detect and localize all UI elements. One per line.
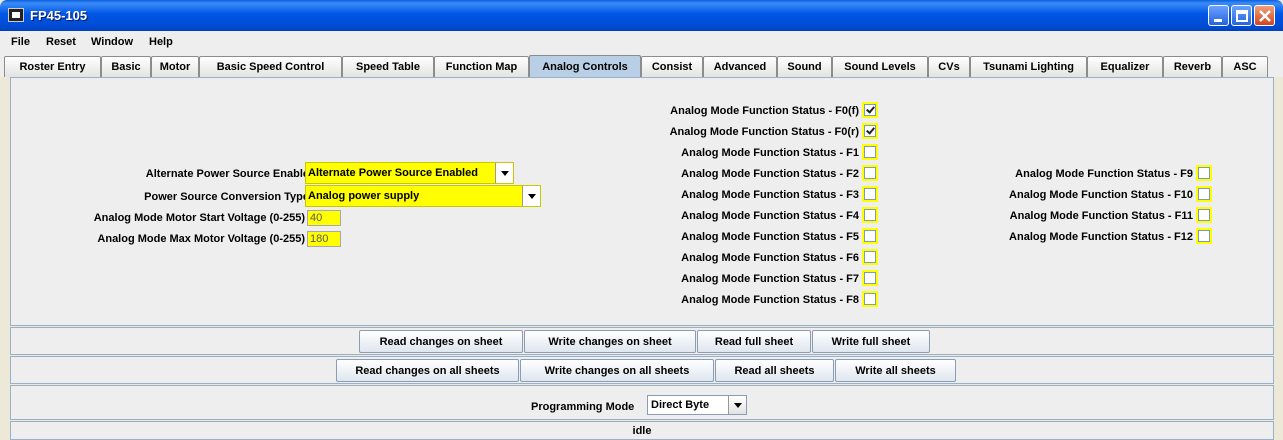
conversion-value: Analog power supply: [308, 190, 420, 202]
max-voltage-label: Analog Mode Max Motor Voltage (0-255): [97, 233, 305, 245]
maximize-button[interactable]: [1231, 5, 1252, 26]
menu-help[interactable]: Help: [149, 36, 173, 48]
tab-sound-levels[interactable]: Sound Levels: [832, 56, 928, 77]
start-voltage-label: Analog Mode Motor Start Voltage (0-255): [93, 212, 305, 224]
tab-motor[interactable]: Motor: [151, 56, 199, 77]
f7-checkbox[interactable]: [862, 270, 878, 286]
f11-checkbox[interactable]: [1196, 207, 1212, 223]
tab-basic-speed-control[interactable]: Basic Speed Control: [199, 56, 342, 77]
f10-label: Analog Mode Function Status - F10: [1009, 189, 1193, 201]
tab-strip: Roster Entry Basic Motor Basic Speed Con…: [0, 53, 1283, 78]
f3-checkbox[interactable]: [862, 186, 878, 202]
conversion-label: Power Source Conversion Type: [144, 191, 309, 203]
f4-checkbox[interactable]: [862, 207, 878, 223]
tab-reverb[interactable]: Reverb: [1163, 56, 1222, 77]
f11-label: Analog Mode Function Status - F11: [1009, 210, 1193, 222]
write-full-sheet-button[interactable]: Write full sheet: [812, 330, 930, 353]
conversion-select[interactable]: Analog power supply: [305, 185, 541, 207]
f10-checkbox[interactable]: [1196, 186, 1212, 202]
chevron-down-icon[interactable]: [522, 186, 540, 206]
tab-speed-table[interactable]: Speed Table: [342, 56, 434, 77]
f0f-label: Analog Mode Function Status - F0(f): [670, 105, 859, 117]
chevron-down-icon[interactable]: [495, 163, 513, 183]
tab-roster-entry[interactable]: Roster Entry: [4, 56, 101, 77]
programming-mode-row: Programming Mode Direct Byte: [10, 385, 1274, 420]
tab-advanced[interactable]: Advanced: [703, 56, 777, 77]
window-title: FP45-105: [30, 8, 88, 23]
tab-analog-controls[interactable]: Analog Controls: [529, 55, 641, 78]
write-changes-sheet-button[interactable]: Write changes on sheet: [524, 330, 696, 353]
f2-label: Analog Mode Function Status - F2: [681, 168, 859, 180]
f7-label: Analog Mode Function Status - F7: [681, 273, 859, 285]
f4-label: Analog Mode Function Status - F4: [681, 210, 859, 222]
tab-equalizer[interactable]: Equalizer: [1087, 56, 1163, 77]
alt-power-select[interactable]: Alternate Power Source Enabled: [305, 162, 514, 184]
chevron-down-icon[interactable]: [728, 396, 746, 414]
read-changes-sheet-button[interactable]: Read changes on sheet: [359, 330, 523, 353]
start-voltage-field[interactable]: 40: [307, 210, 341, 226]
programming-mode-value: Direct Byte: [651, 399, 710, 411]
close-button[interactable]: [1254, 5, 1275, 26]
analog-controls-panel: Alternate Power Source Enable Alternate …: [10, 77, 1274, 326]
title-bar[interactable]: FP45-105: [0, 0, 1283, 31]
tab-tsunami-lighting[interactable]: Tsunami Lighting: [970, 56, 1087, 77]
f0f-checkbox[interactable]: [862, 102, 878, 118]
tab-asc[interactable]: ASC: [1222, 56, 1268, 77]
tab-consist[interactable]: Consist: [641, 56, 703, 77]
max-voltage-field[interactable]: 180: [307, 231, 341, 247]
write-all-sheets-button[interactable]: Write all sheets: [835, 359, 956, 382]
tab-cvs[interactable]: CVs: [928, 56, 970, 77]
f5-label: Analog Mode Function Status - F5: [681, 231, 859, 243]
all-sheets-buttons-row: Read changes on all sheets Write changes…: [10, 356, 1274, 384]
f5-checkbox[interactable]: [862, 228, 878, 244]
tab-basic[interactable]: Basic: [101, 56, 151, 77]
f8-label: Analog Mode Function Status - F8: [681, 294, 859, 306]
f12-checkbox[interactable]: [1196, 228, 1212, 244]
tab-function-map[interactable]: Function Map: [434, 56, 529, 77]
menu-window[interactable]: Window: [91, 36, 133, 48]
menu-file[interactable]: File: [11, 36, 30, 48]
read-all-sheets-button[interactable]: Read all sheets: [715, 359, 834, 382]
f0r-label: Analog Mode Function Status - F0(r): [669, 126, 859, 138]
f2-checkbox[interactable]: [862, 165, 878, 181]
app-icon: [8, 8, 24, 22]
menu-reset[interactable]: Reset: [46, 36, 76, 48]
read-full-sheet-button[interactable]: Read full sheet: [697, 330, 811, 353]
f6-checkbox[interactable]: [862, 249, 878, 265]
f0r-checkbox[interactable]: [862, 123, 878, 139]
sheet-buttons-row: Read changes on sheet Write changes on s…: [10, 327, 1274, 355]
f12-label: Analog Mode Function Status - F12: [1009, 231, 1193, 243]
f1-label: Analog Mode Function Status - F1: [681, 147, 859, 159]
f6-label: Analog Mode Function Status - F6: [681, 252, 859, 264]
programming-mode-label: Programming Mode: [531, 401, 635, 413]
f9-checkbox[interactable]: [1196, 165, 1212, 181]
programming-mode-select[interactable]: Direct Byte: [647, 395, 747, 415]
write-changes-all-button[interactable]: Write changes on all sheets: [520, 359, 714, 382]
status-bar: idle: [10, 421, 1274, 440]
read-changes-all-button[interactable]: Read changes on all sheets: [336, 359, 519, 382]
minimize-button[interactable]: [1208, 5, 1229, 26]
menu-bar: File Reset Window Help: [0, 31, 1283, 53]
f3-label: Analog Mode Function Status - F3: [681, 189, 859, 201]
f1-checkbox[interactable]: [862, 144, 878, 160]
tab-sound[interactable]: Sound: [777, 56, 832, 77]
alt-power-label: Alternate Power Source Enable: [145, 168, 309, 180]
f8-checkbox[interactable]: [862, 291, 878, 307]
f9-label: Analog Mode Function Status - F9: [1015, 168, 1193, 180]
alt-power-value: Alternate Power Source Enabled: [308, 167, 478, 179]
